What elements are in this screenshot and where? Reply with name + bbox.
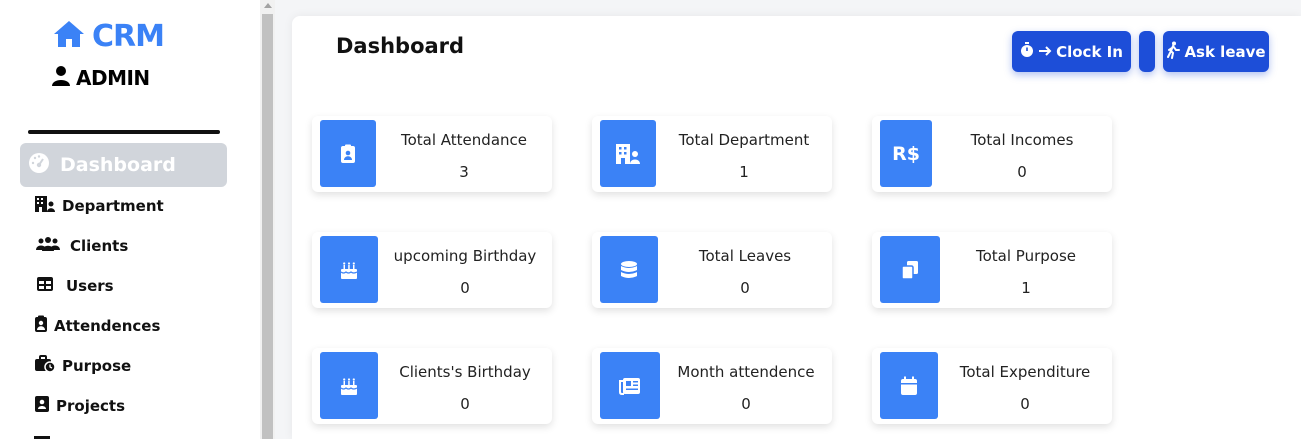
card-title: Total Department	[678, 131, 810, 149]
clock-in-label: Clock In	[1056, 42, 1123, 61]
card-value: 0	[460, 395, 470, 413]
card-title: Total Purpose	[976, 247, 1076, 265]
sidebar-item-projects[interactable]: Projects	[34, 394, 125, 418]
card-value: 1	[1021, 279, 1031, 297]
cake-icon	[320, 352, 378, 419]
stat-card-total-department[interactable]: Total Department 1	[592, 116, 832, 192]
sidebar-item-clients[interactable]: Clients	[36, 234, 128, 258]
scrollbar-thumb[interactable]	[262, 14, 273, 439]
ask-leave-label: Ask leave	[1184, 42, 1266, 61]
card-title: Total Leaves	[698, 247, 792, 265]
sidebar-item-attendences[interactable]: Attendences	[34, 314, 160, 338]
cake-icon	[320, 236, 378, 303]
card-value: 0	[460, 279, 470, 297]
stat-card-upcoming-birthday[interactable]: upcoming Birthday 0	[312, 232, 552, 308]
crm-app: CRM ADMIN Dashboard Department Clients U…	[0, 0, 1301, 439]
sidebar: CRM ADMIN Dashboard Department Clients U…	[0, 0, 260, 439]
calendar-icon	[880, 352, 938, 419]
building-user-icon	[600, 120, 656, 187]
card-title: Total Attendance	[401, 131, 527, 149]
gauge-icon	[28, 152, 50, 178]
stat-card-clients-birthday[interactable]: Clients's Birthday 0	[312, 348, 552, 424]
arrow-right-icon	[1038, 43, 1052, 61]
briefcase-clock-icon	[34, 355, 56, 377]
sidebar-item-users[interactable]: Users	[36, 274, 114, 298]
sidebar-divider	[28, 130, 220, 134]
copy-icon	[880, 236, 940, 303]
stat-card-total-incomes[interactable]: R$ Total Incomes 0	[872, 116, 1112, 192]
home-icon	[52, 19, 86, 53]
users-icon	[36, 236, 60, 256]
sidebar-item-label: Attendences	[54, 317, 161, 335]
clipboard-user-icon	[34, 315, 48, 337]
sidebar-item-purpose[interactable]: Purpose	[34, 354, 131, 378]
real-currency-icon: R$	[880, 120, 932, 187]
stopwatch-icon	[1020, 41, 1034, 62]
sidebar-scrollbar[interactable]	[260, 0, 275, 439]
card-value: 3	[459, 163, 469, 181]
stat-card-month-attendence[interactable]: Month attendence 0	[592, 348, 832, 424]
stat-card-total-purpose[interactable]: Total Purpose 1	[872, 232, 1112, 308]
page-title: Dashboard	[336, 34, 465, 58]
clipboard-user-icon	[320, 120, 376, 187]
person-walking-icon	[1166, 41, 1181, 63]
card-title: Total Expenditure	[959, 363, 1091, 381]
toggle-button[interactable]	[1139, 31, 1155, 72]
database-icon	[600, 236, 658, 303]
sidebar-item-label: Clients	[70, 237, 129, 255]
stat-card-total-expenditure[interactable]: Total Expenditure 0	[872, 348, 1112, 424]
clock-in-button[interactable]: Clock In	[1012, 31, 1131, 72]
card-value: 0	[1017, 163, 1027, 181]
sidebar-item-label: Purpose	[62, 357, 132, 375]
sidebar-item-label: Projects	[56, 397, 126, 415]
address-book-icon	[34, 395, 50, 417]
scroll-up-arrow-icon[interactable]	[264, 3, 272, 8]
card-value: 0	[740, 279, 750, 297]
ask-leave-button[interactable]: Ask leave	[1163, 31, 1269, 72]
sidebar-item-label: Department	[62, 197, 164, 215]
sidebar-item-label: Dashboard	[60, 154, 176, 176]
card-title: Month attendence	[677, 363, 815, 381]
card-title: Total Incomes	[970, 131, 1074, 149]
brand-name: CRM	[92, 18, 165, 54]
card-title: upcoming Birthday	[393, 247, 537, 265]
card-value: 1	[739, 163, 749, 181]
user-name: ADMIN	[76, 66, 150, 90]
newspaper-icon	[600, 352, 660, 419]
card-title: Clients's Birthday	[399, 363, 531, 381]
stat-card-total-leaves[interactable]: Total Leaves 0	[592, 232, 832, 308]
user-icon	[52, 66, 70, 90]
sidebar-item-label: Users	[66, 277, 114, 295]
table-icon	[36, 276, 54, 296]
brand-logo[interactable]: CRM	[52, 18, 165, 54]
card-value: 0	[741, 395, 751, 413]
sidebar-item-dashboard[interactable]: Dashboard	[20, 143, 227, 187]
card-value: 0	[1020, 395, 1030, 413]
stat-card-total-attendance[interactable]: Total Attendance 3	[312, 116, 552, 192]
building-user-icon	[34, 195, 56, 217]
user-label: ADMIN	[52, 66, 150, 90]
sidebar-item-department[interactable]: Department	[34, 194, 164, 218]
